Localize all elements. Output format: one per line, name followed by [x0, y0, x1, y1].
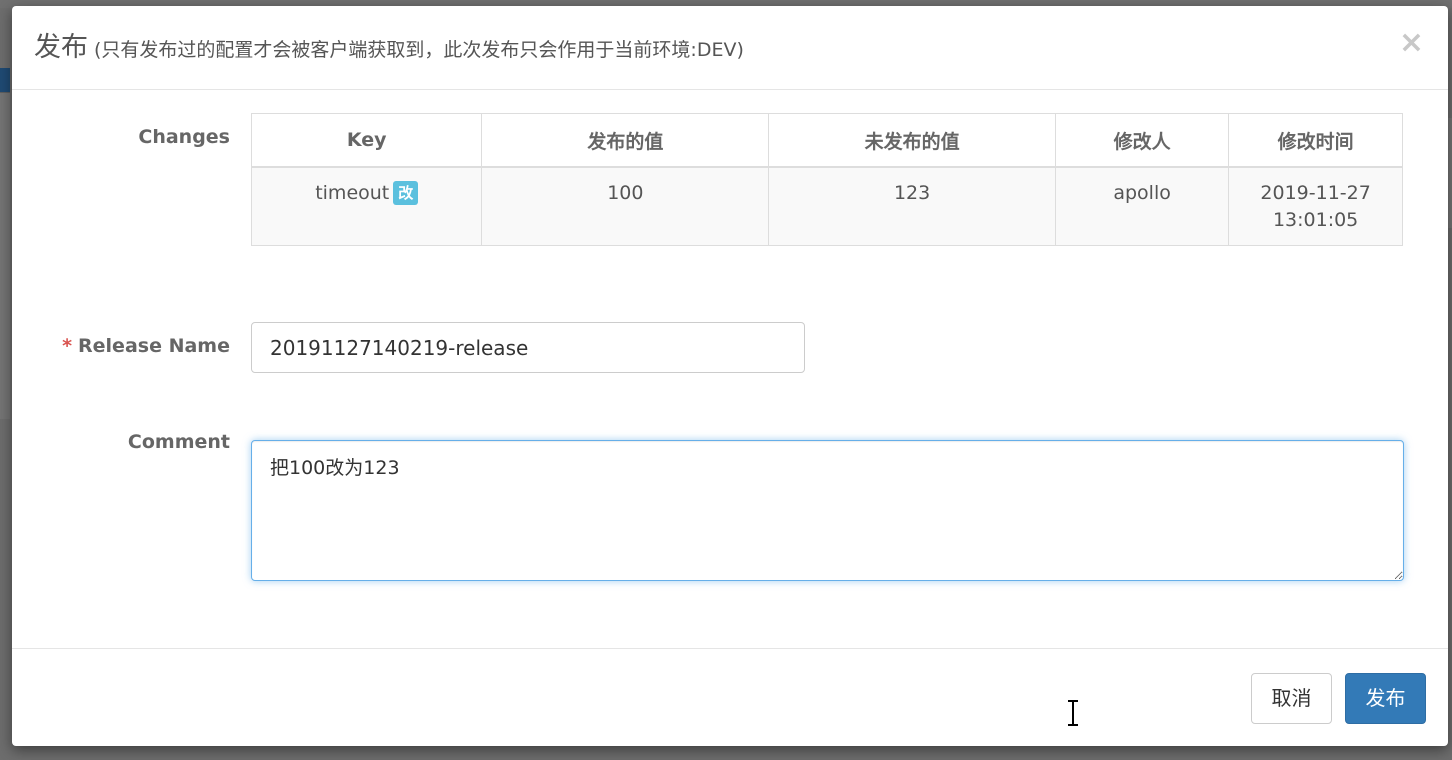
background-left-panel — [0, 92, 10, 419]
release-name-label: * Release Name — [12, 332, 230, 360]
table-row: timeout 改 100 123 apollo 2019-11-27 13:01… — [250, 166, 1403, 246]
modified-badge: 改 — [393, 181, 419, 205]
modal-title: 发布 (只有发布过的配置才会被客户端获取到，此次发布只会作用于当前环境:DEV) — [34, 30, 744, 68]
column-header-unreleased-value: 未发布的值 — [768, 113, 1056, 168]
changes-label: Changes — [138, 126, 230, 148]
column-header-key: Key — [250, 113, 483, 168]
cell-key: timeout 改 — [250, 166, 483, 246]
release-name-label-text: Release Name — [78, 335, 230, 357]
publish-modal: 发布 (只有发布过的配置才会被客户端获取到，此次发布只会作用于当前环境:DEV) … — [12, 6, 1448, 746]
cell-modified-time: 2019-11-27 13:01:05 — [1228, 166, 1403, 246]
modal-header: 发布 (只有发布过的配置才会被客户端获取到，此次发布只会作用于当前环境:DEV) … — [12, 6, 1448, 90]
comment-label: Comment — [127, 431, 230, 453]
modal-subtitle: (只有发布过的配置才会被客户端获取到，此次发布只会作用于当前环境:DEV) — [94, 39, 744, 61]
changes-table: Key 发布的值 未发布的值 修改人 修改时间 timeout 改 100 123… — [250, 113, 1403, 246]
required-mark: * — [62, 335, 73, 357]
comment-textarea[interactable]: 把100改为123 — [251, 440, 1404, 581]
text-cursor-icon — [1068, 700, 1078, 726]
table-header-row: Key 发布的值 未发布的值 修改人 修改时间 — [250, 113, 1403, 168]
cell-modifier: apollo — [1054, 166, 1230, 246]
background-left-accent — [0, 68, 10, 92]
column-header-released-value: 发布的值 — [481, 113, 770, 168]
publish-button[interactable]: 发布 — [1345, 673, 1426, 724]
modal-title-text: 发布 — [34, 32, 88, 63]
key-text: timeout — [315, 182, 390, 204]
column-header-modified-time: 修改时间 — [1228, 113, 1403, 168]
cancel-button[interactable]: 取消 — [1251, 673, 1332, 724]
modal-footer: 取消 发布 — [12, 648, 1448, 746]
cell-released-value: 100 — [481, 166, 770, 246]
release-name-input[interactable] — [251, 322, 805, 373]
close-button[interactable]: × — [1399, 26, 1424, 60]
cell-unreleased-value: 123 — [768, 166, 1056, 246]
column-header-modifier: 修改人 — [1054, 113, 1230, 168]
